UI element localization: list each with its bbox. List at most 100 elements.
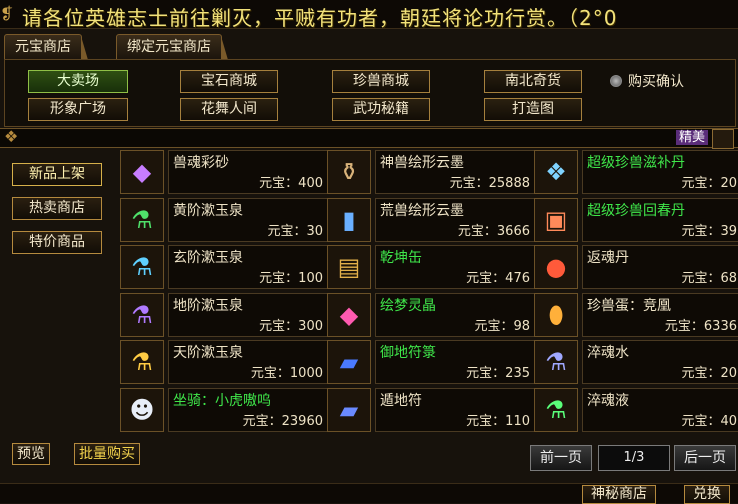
item-name: 神兽绘形云墨 (380, 155, 464, 171)
item-info[interactable]: 超级珍兽回春丹元宝：39 (582, 197, 738, 242)
currency-label: 元宝： (474, 318, 514, 334)
item-info[interactable]: 珍兽蛋：竞凰 元宝：6336 (582, 292, 738, 337)
item-card[interactable]: ◆ 兽魂彩砂 元宝：400 (120, 150, 328, 196)
pill-box-icon[interactable]: ❖ (534, 150, 578, 194)
ink-stone-icon[interactable]: ⚱ (327, 150, 371, 194)
price-value: 300 (298, 318, 323, 334)
radio-icon[interactable] (610, 75, 622, 87)
egg-icon[interactable]: ⬮ (534, 292, 578, 337)
item-name: 超级珍兽回春丹 (587, 202, 685, 219)
buy-confirm-label: 购买确认 (628, 74, 684, 90)
currency-label: 元宝： (457, 223, 497, 239)
item-price: 元宝：3666 (458, 220, 530, 239)
item-card[interactable]: ▮ 荒兽绘形云墨 元宝：3666 (327, 197, 535, 244)
currency-label: 元宝： (681, 223, 721, 239)
gold-potion-icon[interactable]: ⚗ (120, 340, 164, 384)
item-card[interactable]: ▣ 超级珍兽回春丹 元宝：39 (534, 197, 738, 244)
crystal-icon[interactable]: ◆ (327, 292, 371, 337)
category-gem-mall[interactable]: 宝石商城 (180, 70, 278, 93)
currency-label: 元宝： (681, 366, 721, 381)
side-new-arrivals[interactable]: 新品上架 (12, 163, 102, 186)
tab-yuanbao-shop[interactable]: 元宝商店 (4, 34, 88, 60)
buy-confirm-option[interactable]: 购买确认 (610, 73, 684, 90)
gem-icon[interactable]: ◆ (120, 150, 164, 194)
green-potion-icon[interactable]: ⚗ (120, 197, 164, 242)
item-card[interactable]: ☻ 坐骑：小虎嗷呜 元宝：23960 (120, 387, 328, 434)
currency-label: 元宝： (681, 271, 721, 286)
item-card[interactable]: ⬮ 珍兽蛋：竞凰 元宝：6336 (534, 292, 738, 339)
item-name: 坐骑：小虎嗷呜 (173, 392, 271, 409)
item-card[interactable]: ▰ 遁地符 元宝：110 (327, 387, 535, 434)
currency-label: 元宝： (242, 413, 282, 429)
item-info[interactable]: 绘梦灵晶 元宝：98 (375, 292, 535, 337)
item-card[interactable]: ⚗ 淬魂水 元宝：20 (534, 340, 738, 386)
item-info[interactable]: 淬魂液 元宝：40 (582, 387, 738, 432)
item-name: 淬魂水 (587, 345, 629, 361)
side-hot-sale[interactable]: 热卖商店 (12, 197, 102, 220)
item-info[interactable]: 地阶漱玉泉 元宝：300 (168, 292, 328, 337)
treasure-box-icon[interactable]: ▤ (327, 245, 371, 289)
item-card[interactable]: ⚗ 黄阶漱玉泉 元宝：30 (120, 197, 328, 244)
category-forging-recipes[interactable]: 打造图 (484, 98, 582, 121)
section-divider: ❖ 精美 (0, 127, 738, 149)
currency-label: 元宝： (466, 413, 506, 429)
mystery-shop-button[interactable]: 神秘商店 (582, 485, 656, 504)
ink-bottle-icon[interactable]: ▮ (327, 197, 371, 242)
category-pet-mall[interactable]: 珍兽商城 (332, 70, 430, 93)
book-icon[interactable]: ▰ (327, 340, 371, 384)
item-card[interactable]: ⚱ 神兽绘形云墨 元宝：25888 (327, 150, 535, 196)
tab-bound-yuanbao-shop[interactable]: 绑定元宝商店 (116, 34, 228, 60)
item-price: 元宝：476 (466, 267, 530, 286)
category-big-market[interactable]: 大卖场 (28, 70, 128, 93)
green-flask-icon[interactable]: ⚗ (534, 387, 578, 432)
item-info[interactable]: 御地符箓 元宝：235 (375, 340, 535, 384)
preview-button[interactable]: 预览 (12, 443, 50, 465)
purple-potion-icon[interactable]: ⚗ (120, 292, 164, 337)
item-card[interactable]: ⚗ 玄阶漱玉泉 元宝：100 (120, 245, 328, 291)
price-value: 3666 (496, 223, 530, 239)
tiger-mount-icon[interactable]: ☻ (120, 387, 164, 432)
price-value: 98 (513, 318, 530, 334)
chest-icon[interactable]: ▣ (534, 197, 578, 242)
item-info[interactable]: 玄阶漱玉泉 元宝：100 (168, 245, 328, 289)
category-appearance-square[interactable]: 形象广场 (28, 98, 128, 121)
item-info[interactable]: 天阶漱玉泉 元宝：1000 (168, 340, 328, 384)
currency-label: 元宝： (681, 176, 721, 191)
tab-label: 元宝商店 (15, 39, 71, 55)
talisman-icon[interactable]: ▰ (327, 387, 371, 432)
item-name: 地阶漱玉泉 (173, 297, 243, 314)
item-info[interactable]: 黄阶漱玉泉 元宝：30 (168, 197, 328, 242)
prev-page-button[interactable]: 前一页 (530, 445, 592, 471)
item-info[interactable]: 返魂丹 元宝：68 (582, 245, 738, 289)
item-info[interactable]: 兽魂彩砂 元宝：400 (168, 150, 328, 194)
blue-potion-icon[interactable]: ⚗ (120, 245, 164, 289)
item-card[interactable]: ▰ 御地符箓 元宝：235 (327, 340, 535, 386)
item-card[interactable]: ⚗ 地阶漱玉泉 元宝：300 (120, 292, 328, 339)
category-rare-goods[interactable]: 南北奇货 (484, 70, 582, 93)
item-info[interactable]: 遁地符 元宝：110 (375, 387, 535, 432)
item-info[interactable]: 超级珍兽滋补丹 元宝：20 (582, 150, 738, 194)
price-value: 39 (720, 223, 737, 239)
next-page-button[interactable]: 后一页 (674, 445, 736, 471)
item-card[interactable]: ⚗ 天阶漱玉泉 元宝：1000 (120, 340, 328, 386)
bulk-buy-button[interactable]: 批量购买 (74, 443, 140, 465)
item-info[interactable]: 神兽绘形云墨 元宝：25888 (375, 150, 535, 194)
exchange-button[interactable]: 兑换 (684, 485, 730, 504)
currency-label: 元宝： (267, 223, 307, 239)
item-card[interactable]: ⚗ 淬魂液 元宝：40 (534, 387, 738, 434)
item-info[interactable]: 乾坤缶 元宝：476 (375, 245, 535, 289)
item-card[interactable]: ❖ 超级珍兽滋补丹 元宝：20 (534, 150, 738, 196)
category-martial-arts[interactable]: 武功秘籍 (332, 98, 430, 121)
category-flower-dance[interactable]: 花舞人间 (180, 98, 278, 121)
item-info[interactable]: 荒兽绘形云墨 元宝：3666 (375, 197, 535, 242)
flask-icon[interactable]: ⚗ (534, 340, 578, 384)
item-card[interactable]: ▤ 乾坤缶 元宝：476 (327, 245, 535, 291)
divider-control[interactable] (712, 129, 734, 149)
item-price: 元宝：400 (259, 172, 323, 191)
item-info[interactable]: 淬魂水 元宝：20 (582, 340, 738, 384)
item-card[interactable]: ● 返魂丹 元宝：68 (534, 245, 738, 291)
red-orb-icon[interactable]: ● (534, 245, 578, 289)
item-card[interactable]: ◆ 绘梦灵晶 元宝：98 (327, 292, 535, 339)
side-special-price[interactable]: 特价商品 (12, 231, 102, 254)
item-info[interactable]: 坐骑：小虎嗷呜 元宝：23960 (168, 387, 328, 432)
